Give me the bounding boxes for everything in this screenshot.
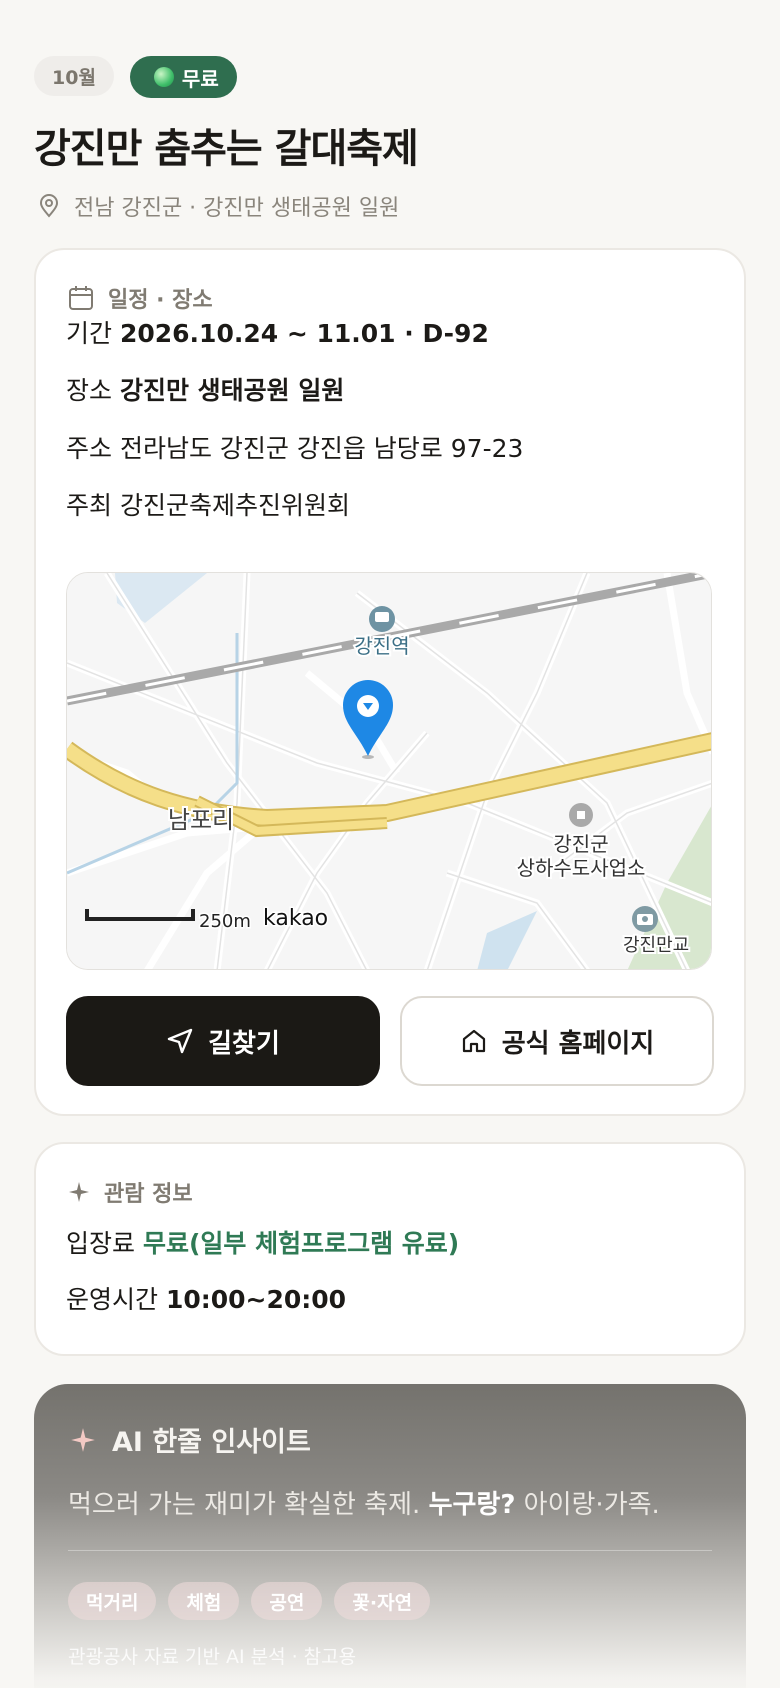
- schedule-card: 일정 · 장소 기간 2026.10.24 ~ 11.01 · D-92 장소 …: [34, 248, 746, 1116]
- directions-button[interactable]: 길찾기: [66, 996, 380, 1086]
- page-title: 강진만 춤추는 갈대축제: [34, 126, 419, 172]
- place-row: 장소 강진만 생태공원 일원: [66, 371, 344, 407]
- ai-footnote: 관광공사 자료 기반 AI 분석 · 참고용: [68, 1646, 357, 1668]
- tag-row: 10월 무료: [34, 56, 237, 98]
- period-row: 기간 2026.10.24 ~ 11.01 · D-92: [66, 314, 489, 350]
- hours-value: 10:00~20:00: [165, 1285, 347, 1314]
- ai-tag[interactable]: 체험: [168, 1582, 240, 1620]
- free-tag-label: 무료: [181, 66, 219, 91]
- ai-text-main: 먹으러 가는 재미가 확실한 축제.: [68, 1490, 421, 1520]
- address-value: 전라남도 강진군 강진읍 남당로 97-23: [119, 434, 524, 463]
- location-text: 전남 강진군 · 강진만 생태공원 일원: [74, 196, 400, 221]
- ai-insight-card: AI 한줄 인사이트 먹으러 가는 재미가 확실한 축제. 누구랑? 아이랑·가…: [34, 1384, 746, 1688]
- hours-row: 운영시간 10:00~20:00: [66, 1280, 346, 1316]
- location-pin-icon: [39, 194, 59, 218]
- month-tag: 10월: [34, 56, 114, 96]
- visit-heading-label: 관람 정보: [104, 1182, 193, 1207]
- place-value: 강진만 생태공원 일원: [119, 376, 345, 405]
- navigation-arrow-icon: [167, 1028, 193, 1054]
- ai-tag[interactable]: 먹거리: [68, 1582, 157, 1620]
- address-label: 주소: [66, 434, 113, 463]
- ai-insight-text: 먹으러 가는 재미가 확실한 축제. 누구랑? 아이랑·가족.: [68, 1484, 660, 1521]
- directions-label: 길찾기: [208, 1028, 280, 1059]
- map-provider-logo: kakao: [263, 906, 328, 931]
- fee-label: 입장료: [66, 1229, 136, 1258]
- ai-heading-label: AI 한줄 인사이트: [112, 1427, 311, 1458]
- visit-heading: 관람 정보: [68, 1176, 193, 1208]
- ai-tag[interactable]: 꽃·자연: [334, 1582, 431, 1620]
- fee-value: 무료(일부 체험프로그램 유료): [142, 1229, 460, 1258]
- host-row: 주최 강진군축제추진위원회: [66, 486, 350, 522]
- area-label: 남포리: [168, 806, 234, 834]
- home-icon: [462, 1029, 485, 1053]
- address-row: 주소 전라남도 강진군 강진읍 남당로 97-23: [66, 429, 523, 465]
- ai-sparkle-icon: [71, 1427, 95, 1452]
- schedule-heading-label: 일정 · 장소: [108, 288, 213, 313]
- host-value: 강진군축제추진위원회: [119, 491, 350, 520]
- host-label: 주최: [66, 491, 113, 520]
- calendar-icon: [69, 286, 93, 310]
- place-label: 장소: [66, 376, 113, 405]
- ai-text-tail: 아이랑·가족.: [523, 1490, 660, 1520]
- hours-label: 운영시간: [66, 1285, 159, 1314]
- location-line: 전남 강진군 · 강진만 생태공원 일원: [38, 190, 399, 222]
- location-map[interactable]: 강진역 남포리 강진군 상하수도사업소 강진만교 250m kakao: [66, 572, 712, 970]
- ai-tag[interactable]: 공연: [251, 1582, 323, 1620]
- visit-info-card: 관람 정보 입장료 무료(일부 체험프로그램 유료) 운영시간 10:00~20…: [34, 1142, 746, 1356]
- cut-off-label: 강진만교: [623, 935, 689, 956]
- ai-tag-list: 먹거리 체험 공연 꽃·자연: [68, 1582, 431, 1620]
- ai-text-bold: 누구랑?: [428, 1490, 516, 1520]
- schedule-heading: 일정 · 장소: [68, 282, 213, 314]
- homepage-label: 공식 홈페이지: [501, 1028, 655, 1059]
- office-label-2: 상하수도사업소: [517, 856, 646, 880]
- period-value: 2026.10.24 ~ 11.01 · D-92: [119, 319, 489, 348]
- homepage-button[interactable]: 공식 홈페이지: [400, 996, 714, 1086]
- divider: [68, 1550, 712, 1551]
- station-label: 강진역: [354, 634, 409, 658]
- ai-heading: AI 한줄 인사이트: [70, 1420, 311, 1459]
- status-dot-icon: [153, 67, 174, 87]
- scale-label: 250m: [199, 911, 251, 932]
- sparkle-icon: [69, 1182, 89, 1202]
- fee-row: 입장료 무료(일부 체험프로그램 유료): [66, 1224, 459, 1260]
- free-tag: 무료: [129, 56, 237, 98]
- office-label-1: 강진군: [553, 832, 608, 856]
- period-label: 기간: [66, 319, 113, 348]
